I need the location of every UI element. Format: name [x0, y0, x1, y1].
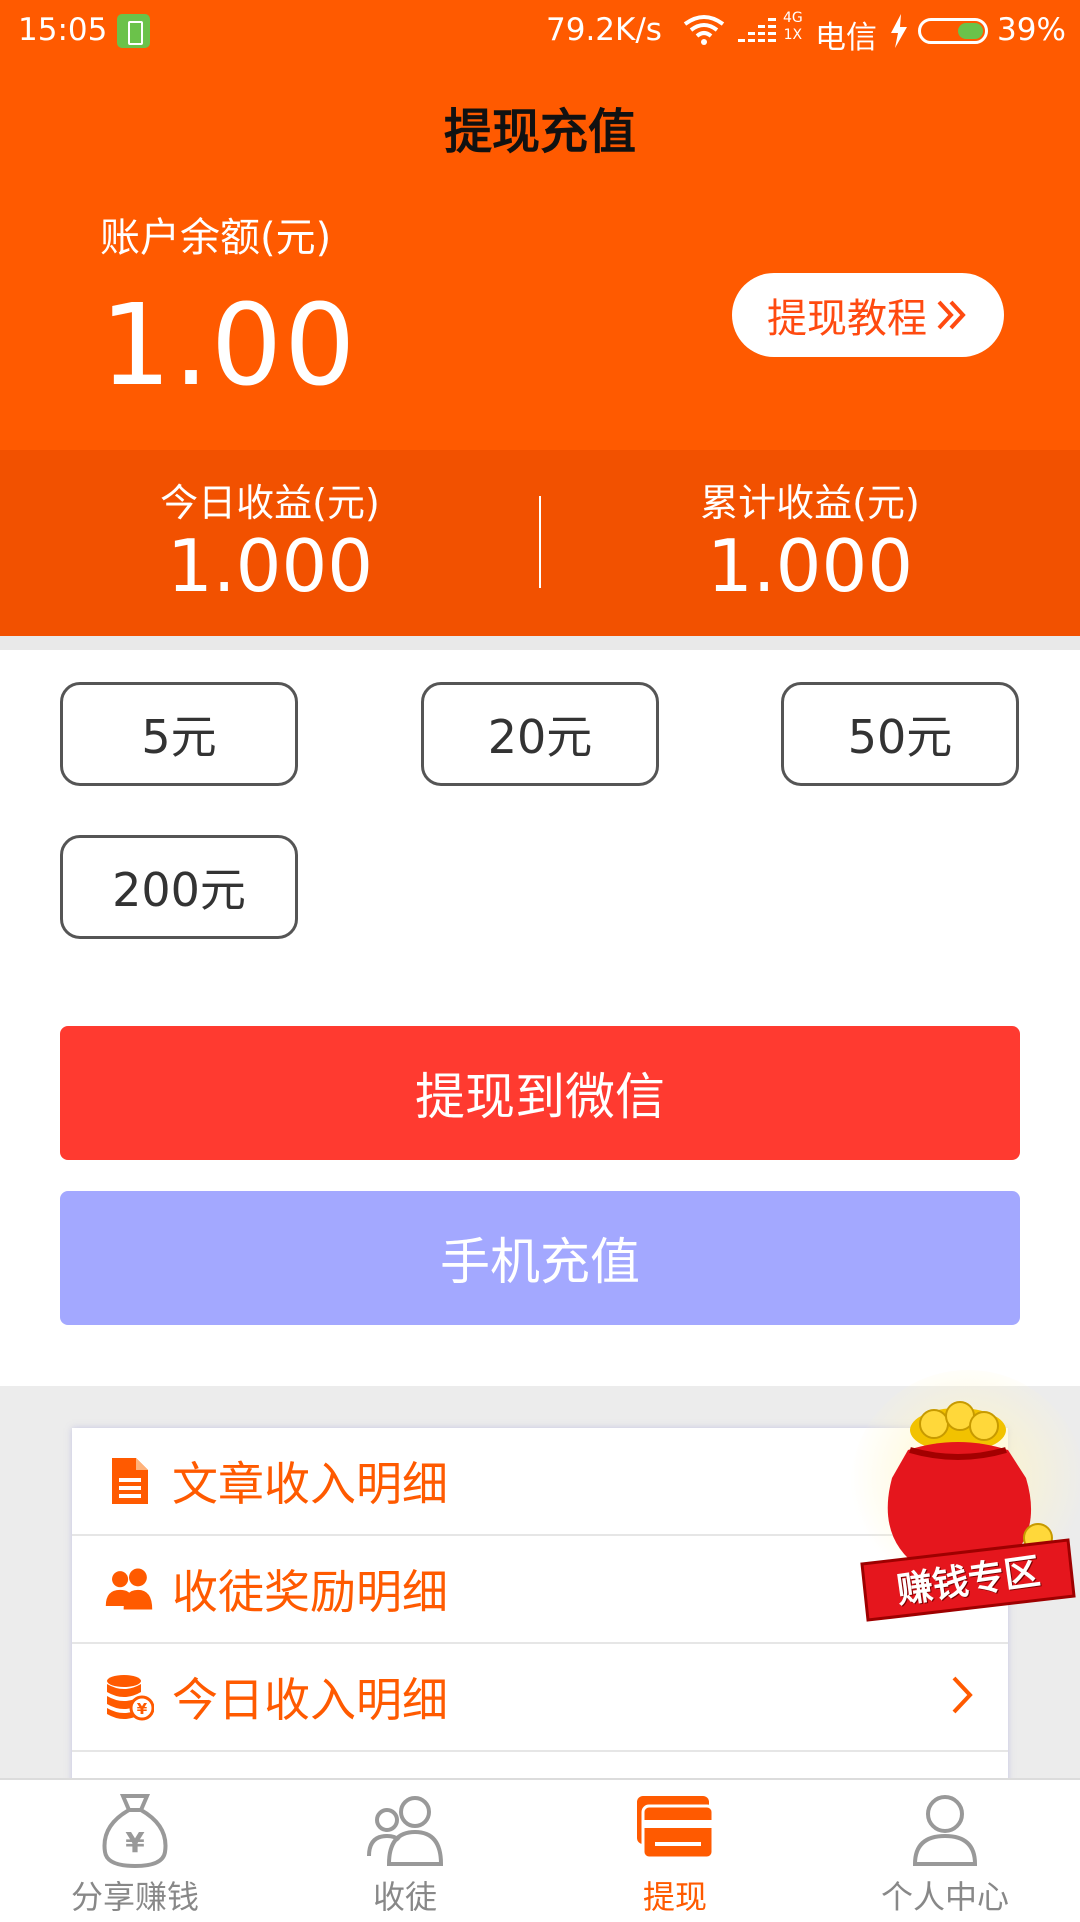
total-earnings: 累计收益(元) 1.000 [540, 472, 1080, 606]
phone-recharge-button[interactable]: 手机充值 [60, 1191, 1020, 1325]
battery-saver-icon [117, 14, 150, 48]
status-bar: 15:05 79.2K/s 4G 1X 电信 39% [0, 0, 1080, 62]
total-earnings-label: 累计收益(元) [700, 481, 920, 525]
profile-icon [912, 1795, 978, 1866]
nav-label: 分享赚钱 [70, 1878, 199, 1916]
battery-percent: 39% [997, 12, 1066, 48]
nav-apprentice[interactable]: 收徒 [270, 1780, 540, 1922]
nav-label: 提现 [642, 1878, 707, 1916]
nav-share-earn[interactable]: ¥ 分享赚钱 [0, 1780, 270, 1922]
carrier-name: 电信 [815, 20, 877, 56]
today-earnings: 今日收益(元) 1.000 [0, 472, 540, 606]
svg-text:¥: ¥ [125, 1826, 145, 1859]
network-type: 4G 1X [783, 10, 803, 44]
money-bag-icon: ¥ [102, 1794, 168, 1869]
battery-icon [918, 18, 988, 44]
bottom-nav: ¥ 分享赚钱 收徒 提现 个人中心 [0, 1778, 1080, 1922]
list-item-today-income[interactable]: ¥ 今日收入明细 [72, 1644, 1008, 1752]
chevron-right-icon [952, 1676, 973, 1714]
charging-icon [891, 14, 907, 48]
document-icon [112, 1458, 148, 1504]
withdraw-tutorial-button[interactable]: 提现教程 [732, 273, 1004, 357]
coin-stack-icon: ¥ [107, 1675, 154, 1721]
amount-option-200[interactable]: 200元 [60, 835, 298, 939]
total-earnings-value: 1.000 [706, 524, 914, 608]
nav-label: 个人中心 [880, 1878, 1009, 1916]
earn-money-zone-badge[interactable]: 赚钱专区 [848, 1368, 1080, 1630]
nav-label: 收徒 [372, 1878, 437, 1916]
withdraw-wechat-button[interactable]: 提现到微信 [60, 1026, 1020, 1160]
network-speed: 79.2K/s [546, 12, 662, 48]
status-time: 15:05 [18, 12, 108, 48]
today-earnings-label: 今日收益(元) [160, 481, 380, 525]
header-area: 15:05 79.2K/s 4G 1X 电信 39% 提现充值 账户余额(元) … [0, 0, 1080, 636]
earnings-bar: 今日收益(元) 1.000 累计收益(元) 1.000 [0, 450, 1080, 636]
amount-option-50[interactable]: 50元 [781, 682, 1019, 786]
page-title: 提现充值 [443, 104, 636, 160]
svg-text:¥: ¥ [137, 1700, 148, 1718]
wallet-card-icon [637, 1796, 715, 1860]
list-item-label: 今日收入明细 [172, 1673, 448, 1727]
wifi-icon [683, 15, 725, 45]
apprentice-icon [367, 1796, 444, 1866]
balance-value: 1.00 [100, 281, 358, 411]
signal-icon [738, 18, 776, 42]
divider-strip [0, 636, 1080, 650]
nav-profile[interactable]: 个人中心 [810, 1780, 1080, 1922]
today-earnings-value: 1.000 [166, 524, 374, 608]
list-item-label: 收徒奖励明细 [172, 1565, 448, 1619]
nav-withdraw[interactable]: 提现 [540, 1780, 810, 1922]
balance-label: 账户余额(元) [100, 215, 332, 261]
tutorial-label: 提现教程 [767, 296, 927, 342]
network-type-bottom: 1X [783, 27, 803, 43]
amount-option-5[interactable]: 5元 [60, 682, 298, 786]
users-icon [105, 1568, 153, 1610]
list-item-label: 文章收入明细 [172, 1457, 448, 1511]
amount-option-20[interactable]: 20元 [421, 682, 659, 786]
battery-fill [958, 23, 983, 39]
double-chevron-right-icon [937, 300, 966, 330]
network-type-top: 4G [783, 10, 803, 26]
